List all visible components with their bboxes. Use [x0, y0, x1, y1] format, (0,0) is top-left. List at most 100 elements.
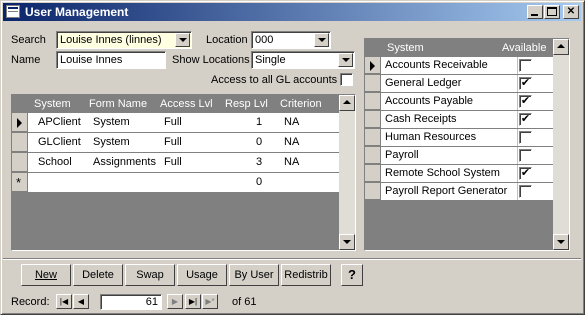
cell-criterion[interactable]: NA — [280, 133, 339, 152]
by-user-button[interactable]: By User — [229, 264, 279, 286]
first-record-icon: |◀ — [59, 297, 69, 306]
record-number-field[interactable]: 61 — [100, 294, 162, 310]
last-record-icon: ▶| — [188, 297, 198, 306]
cell-system[interactable]: School — [34, 153, 89, 172]
new-record-icon: ▶* — [205, 297, 215, 306]
available-checkbox[interactable] — [519, 185, 532, 198]
gl-access-checkbox[interactable] — [340, 73, 353, 86]
record-selector[interactable] — [365, 183, 381, 200]
system-name[interactable]: Accounts Payable — [381, 93, 518, 110]
swap-button[interactable]: Swap — [125, 264, 175, 286]
scroll-up-button[interactable] — [339, 95, 355, 111]
location-value: 000 — [255, 34, 274, 46]
col-header-system: System — [387, 39, 424, 57]
available-checkbox[interactable]: ✔ — [519, 113, 532, 126]
table-row[interactable]: APClient System Full 1 NA — [12, 113, 339, 132]
system-row[interactable]: Cash Receipts ✔ — [365, 111, 553, 128]
scroll-down-button[interactable] — [339, 234, 355, 250]
system-name[interactable]: General Ledger — [381, 75, 518, 92]
divider — [3, 258, 581, 260]
system-row[interactable]: Payroll Report Generator — [365, 183, 553, 200]
record-selector[interactable] — [365, 129, 381, 146]
available-checkbox[interactable] — [519, 131, 532, 144]
title-bar[interactable]: User Management ✕ — [3, 3, 581, 21]
cell-criterion[interactable]: NA — [280, 113, 339, 132]
scroll-down-button[interactable] — [553, 234, 569, 250]
available-checkbox[interactable] — [519, 59, 532, 72]
next-record-button[interactable]: ▶ — [167, 294, 183, 309]
record-selector[interactable] — [365, 111, 381, 128]
system-row[interactable]: Payroll — [365, 147, 553, 164]
system-row[interactable]: General Ledger ✔ — [365, 75, 553, 92]
cell-access-lvl[interactable]: Full — [160, 153, 225, 172]
system-name[interactable]: Cash Receipts — [381, 111, 518, 128]
location-dropdown-button[interactable] — [314, 33, 329, 47]
system-row[interactable]: Accounts Receivable — [365, 57, 553, 74]
cell-resp-lvl[interactable]: 1 — [252, 113, 280, 132]
maximize-button[interactable] — [544, 5, 560, 19]
cell-form-name[interactable]: System — [89, 133, 160, 152]
show-locations-combo[interactable]: Single — [251, 51, 355, 69]
available-checkbox[interactable]: ✔ — [519, 167, 532, 180]
cell-access-lvl[interactable]: Full — [160, 113, 225, 132]
cell-system[interactable]: APClient — [34, 113, 89, 132]
current-record-arrow-icon — [17, 118, 22, 128]
system-name[interactable]: Accounts Receivable — [381, 57, 518, 74]
search-combo[interactable]: Louise Innes (linnes) — [56, 31, 192, 49]
system-row[interactable]: Accounts Payable ✔ — [365, 93, 553, 110]
cell-access-lvl[interactable]: Full — [160, 133, 225, 152]
record-selector[interactable] — [365, 93, 381, 110]
systems-subform: System Available Accounts Receivable Gene… — [364, 38, 570, 251]
show-locations-dropdown-button[interactable] — [338, 53, 353, 67]
available-checkbox[interactable] — [519, 149, 532, 162]
scroll-up-button[interactable] — [553, 39, 569, 55]
record-selector[interactable] — [12, 133, 28, 152]
cell-form-name[interactable]: System — [89, 113, 160, 132]
system-row[interactable]: Remote School System ✔ — [365, 165, 553, 182]
redistrib-button[interactable]: Redistrib — [281, 264, 331, 286]
record-selector[interactable] — [12, 153, 28, 172]
record-selector[interactable] — [365, 57, 381, 74]
new-record-selector[interactable]: * — [12, 173, 28, 192]
cell-criterion[interactable]: NA — [280, 153, 339, 172]
previous-record-button[interactable]: ◀ — [73, 294, 89, 309]
table-row[interactable]: GLClient System Full 0 NA — [12, 133, 339, 152]
last-record-button[interactable]: ▶| — [185, 294, 201, 309]
cell-resp-lvl-default[interactable]: 0 — [252, 173, 280, 192]
system-row[interactable]: Human Resources — [365, 129, 553, 146]
arrow-down-icon — [343, 240, 351, 244]
close-button[interactable]: ✕ — [563, 5, 579, 19]
cell-system[interactable]: GLClient — [34, 133, 89, 152]
help-icon: ? — [348, 267, 356, 282]
new-record-nav-button[interactable]: ▶* — [202, 294, 218, 309]
new-record-row[interactable]: * 0 — [12, 173, 339, 192]
system-name[interactable]: Payroll Report Generator — [381, 183, 518, 200]
location-combo[interactable]: 000 — [251, 31, 331, 49]
usage-button[interactable]: Usage — [177, 264, 227, 286]
help-button[interactable]: ? — [341, 264, 363, 286]
minimize-button[interactable] — [527, 5, 543, 19]
record-selector[interactable] — [12, 113, 28, 132]
record-selector[interactable] — [365, 75, 381, 92]
record-label: Record: — [11, 296, 50, 308]
record-selector[interactable] — [365, 147, 381, 164]
delete-button[interactable]: Delete — [73, 264, 123, 286]
table-row[interactable]: School Assignments Full 3 NA — [12, 153, 339, 172]
systems-scrollbar[interactable] — [553, 39, 569, 250]
new-button[interactable]: New — [21, 264, 71, 286]
system-name[interactable]: Human Resources — [381, 129, 518, 146]
system-name[interactable]: Remote School System — [381, 165, 518, 182]
available-checkbox[interactable]: ✔ — [519, 77, 532, 90]
name-field[interactable]: Louise Innes — [56, 51, 166, 69]
first-record-button[interactable]: |◀ — [56, 294, 72, 309]
search-dropdown-button[interactable] — [175, 33, 190, 47]
forms-scrollbar[interactable] — [339, 95, 355, 250]
system-name[interactable]: Payroll — [381, 147, 518, 164]
cell-resp-lvl[interactable]: 0 — [252, 133, 280, 152]
record-selector[interactable] — [365, 165, 381, 182]
cell-form-name[interactable]: Assignments — [89, 153, 160, 172]
forms-subform: System Form Name Access Lvl Resp Lvl Cri… — [11, 94, 356, 251]
available-checkbox[interactable]: ✔ — [519, 95, 532, 108]
show-locations-label: Show Locations — [172, 54, 250, 66]
cell-resp-lvl[interactable]: 3 — [252, 153, 280, 172]
